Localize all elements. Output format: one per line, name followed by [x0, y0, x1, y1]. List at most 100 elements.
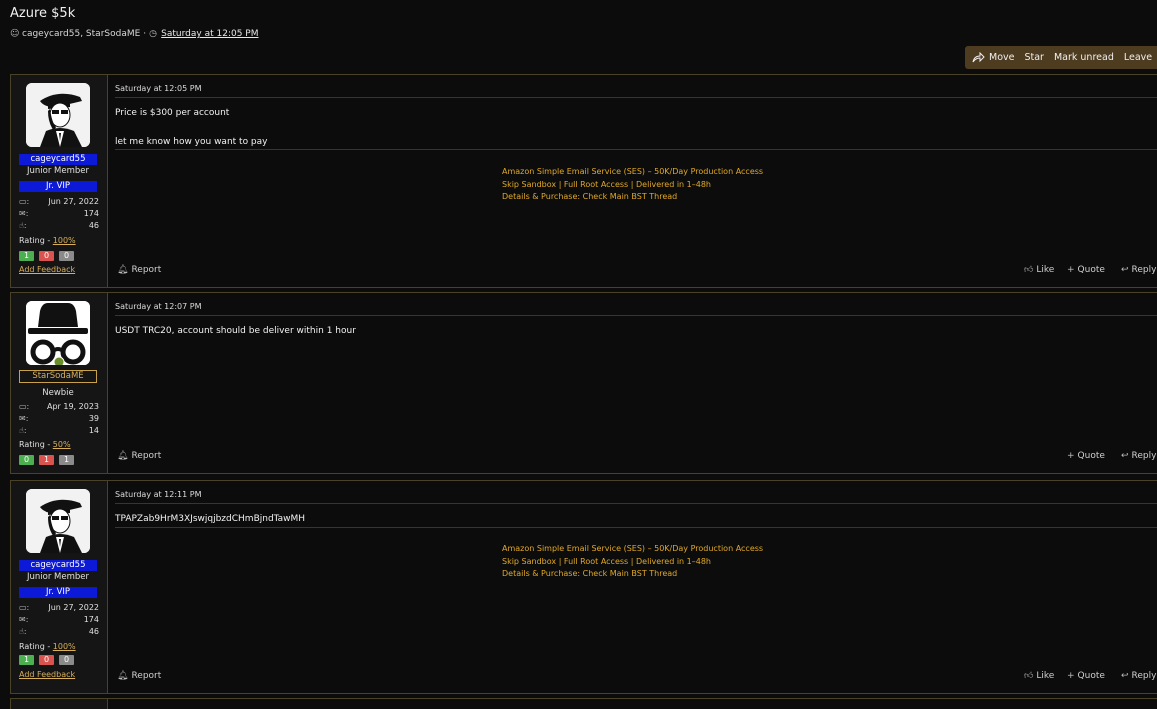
- like-button[interactable]: 👍︎ Like: [1024, 671, 1054, 681]
- add-feedback-link[interactable]: Add Feedback: [19, 265, 75, 274]
- username[interactable]: cageycard55: [19, 560, 97, 571]
- messages-stat: ✉: 39: [19, 414, 99, 423]
- messages-count: 174: [83, 615, 99, 624]
- avatar[interactable]: [26, 489, 90, 553]
- rating-percent[interactable]: 50%: [53, 440, 71, 449]
- reactions-count: 14: [88, 426, 99, 435]
- reply-arrow-icon: ↩: [1121, 265, 1129, 275]
- joined-date: Jun 27, 2022: [48, 603, 99, 612]
- post-line: TPAPZab9HrM3XJswjqjbzdCHmBjndTawMH: [115, 514, 306, 524]
- post-date[interactable]: Saturday at 12:05 PM: [115, 84, 202, 93]
- post-line: USDT TRC20, account should be deliver wi…: [115, 326, 356, 336]
- reply-button[interactable]: ↩ Reply: [1121, 451, 1156, 461]
- leave-button[interactable]: Leave: [1124, 52, 1152, 63]
- reply-button[interactable]: ↩ Reply: [1121, 671, 1156, 681]
- positive-feedback[interactable]: 0: [19, 455, 34, 465]
- post-date[interactable]: Saturday at 12:07 PM: [115, 302, 202, 311]
- thread-title: Azure $5k: [10, 6, 76, 21]
- move-button[interactable]: Move: [972, 52, 1014, 63]
- rating: Rating - 100%: [19, 642, 76, 651]
- neutral-feedback[interactable]: 0: [59, 655, 74, 665]
- messages-stat: ✉: 174: [19, 615, 99, 624]
- vip-badge: Jr. VIP: [19, 181, 97, 192]
- plus-icon: +: [1067, 451, 1075, 461]
- rating-percent[interactable]: 100%: [53, 642, 76, 651]
- message-content: Saturday at 12:05 PM Price is $300 per a…: [115, 75, 1157, 287]
- feedback-counts: 1 0 0: [19, 251, 74, 261]
- post-3: cageycard55 Junior Member Jr. VIP ▭: Jun …: [10, 480, 1157, 694]
- joined-stat: ▭: Jun 27, 2022: [19, 197, 99, 206]
- messages-count: 39: [88, 414, 99, 423]
- rating-percent[interactable]: 100%: [53, 236, 76, 245]
- quote-button[interactable]: + Quote: [1067, 451, 1105, 461]
- add-feedback-link[interactable]: Add Feedback: [19, 670, 75, 679]
- avatar-image: [26, 83, 90, 147]
- avatar[interactable]: [26, 83, 90, 147]
- reactions-stat: ☝: 46: [19, 627, 99, 636]
- negative-feedback[interactable]: 1: [39, 455, 54, 465]
- mark-unread-button[interactable]: Mark unread: [1054, 52, 1114, 63]
- post-line: Price is $300 per account: [115, 108, 230, 118]
- report-button[interactable]: 🔔︎ Report: [117, 265, 161, 275]
- clock-icon: ◷: [149, 28, 158, 39]
- reply-button[interactable]: ↩ Reply: [1121, 265, 1156, 275]
- post-4-partial: [10, 698, 1157, 709]
- avatar-image: [26, 489, 90, 553]
- signature-line: Amazon Simple Email Service (SES) – 50K/…: [502, 167, 764, 176]
- rating: Rating - 50%: [19, 440, 71, 449]
- reply-arrow-icon: ↩: [1121, 451, 1129, 461]
- user-column: StarSodaME Newbie ▭: Apr 19, 2023 ✉: 39 ☝:…: [11, 293, 108, 473]
- joined-date: Jun 27, 2022: [48, 197, 99, 206]
- quote-label: Quote: [1077, 671, 1105, 681]
- report-button[interactable]: 🔔︎ Report: [117, 451, 161, 461]
- positive-feedback[interactable]: 1: [19, 655, 34, 665]
- reply-label: Reply: [1131, 671, 1157, 681]
- feedback-counts: 1 0 0: [19, 655, 74, 665]
- rating-label: Rating -: [19, 236, 51, 245]
- negative-feedback[interactable]: 0: [39, 251, 54, 261]
- username[interactable]: StarSodaME: [19, 370, 97, 383]
- star-button[interactable]: Star: [1024, 52, 1043, 63]
- avatar[interactable]: [26, 301, 90, 365]
- mark-unread-label: Mark unread: [1053, 52, 1114, 63]
- thread-participants: cageycard55, StarSodaME: [22, 29, 141, 39]
- rating-label: Rating -: [19, 440, 51, 449]
- feedback-counts: 0 1 1: [19, 455, 74, 465]
- message-content: Saturday at 12:11 PM TPAPZab9HrM3XJswjqj…: [115, 481, 1157, 693]
- meta-separator: ·: [143, 29, 147, 39]
- neutral-feedback[interactable]: 1: [59, 455, 74, 465]
- thread-date-link[interactable]: Saturday at 12:05 PM: [161, 29, 258, 39]
- joined-stat: ▭: Apr 19, 2023: [19, 402, 99, 411]
- post-2: StarSodaME Newbie ▭: Apr 19, 2023 ✉: 39 ☝:…: [10, 292, 1157, 474]
- negative-feedback[interactable]: 0: [39, 655, 54, 665]
- like-button[interactable]: 👍︎ Like: [1024, 265, 1054, 275]
- post-date[interactable]: Saturday at 12:11 PM: [115, 490, 202, 499]
- signature-divider: [115, 527, 1157, 528]
- star-label: Star: [1024, 52, 1044, 63]
- reactions-count: 46: [88, 221, 99, 230]
- quote-button[interactable]: + Quote: [1067, 265, 1105, 275]
- message-content: Saturday at 12:07 PM USDT TRC20, account…: [115, 293, 1157, 473]
- user-column: cageycard55 Junior Member Jr. VIP ▭: Jun …: [11, 481, 108, 693]
- positive-feedback[interactable]: 1: [19, 251, 34, 261]
- leave-label: Leave: [1123, 52, 1153, 63]
- thumbs-up-icon: ☝:: [19, 221, 27, 230]
- thread-toolbar: Move Star Mark unread Leave: [965, 46, 1157, 69]
- report-button[interactable]: 🔔︎ Report: [117, 671, 161, 681]
- reply-label: Reply: [1131, 265, 1157, 275]
- plus-icon: +: [1067, 265, 1075, 275]
- thumbs-up-icon: 👍︎: [1024, 265, 1034, 275]
- calendar-icon: ▭:: [19, 603, 30, 612]
- quote-button[interactable]: + Quote: [1067, 671, 1105, 681]
- neutral-feedback[interactable]: 0: [59, 251, 74, 261]
- user-rank: Newbie: [42, 388, 74, 398]
- user-column: cageycard55 Junior Member Jr. VIP ▭: Jun …: [11, 75, 108, 287]
- users-icon: ☺: [10, 28, 20, 39]
- user-rank: Junior Member: [26, 166, 89, 176]
- post-line: let me know how you want to pay: [115, 137, 268, 147]
- messages-count: 174: [83, 209, 99, 218]
- username[interactable]: cageycard55: [19, 154, 97, 165]
- divider: [115, 315, 1157, 316]
- plus-icon: +: [1067, 671, 1075, 681]
- share-arrow-icon: [972, 52, 985, 63]
